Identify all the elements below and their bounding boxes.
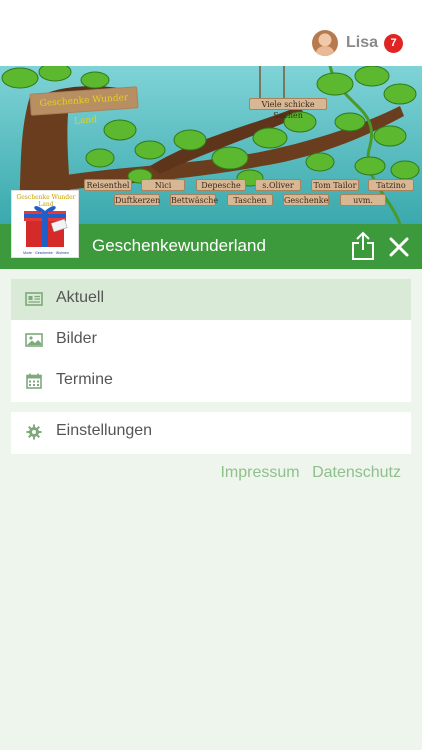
brand-sign: Taschen (227, 194, 273, 206)
logo-tagline: Mode · Geschenke · Wohnen (23, 251, 69, 255)
user-name[interactable]: Lisa (346, 34, 378, 52)
menu-item-bilder[interactable]: Bilder (11, 320, 411, 361)
calendar-icon (26, 373, 42, 389)
menu-item-aktuell[interactable]: Aktuell (11, 279, 411, 320)
news-icon (25, 292, 43, 306)
gear-icon (26, 424, 42, 440)
menu-item-termine[interactable]: Termine (11, 361, 411, 402)
notification-badge[interactable]: 7 (384, 34, 403, 53)
brand-sign: uvm. (340, 194, 386, 206)
menu-item-label: Aktuell (56, 289, 105, 306)
brand-sign: Bettwäsche (170, 194, 219, 206)
menu-item-label: Einstellungen (56, 422, 153, 439)
image-icon (25, 333, 43, 347)
menu-item-label: Termine (56, 371, 113, 388)
datenschutz-link[interactable]: Datenschutz (312, 464, 401, 481)
brand-sign: Tatzino (368, 179, 414, 191)
close-icon (389, 237, 409, 257)
user-avatar[interactable] (312, 30, 338, 56)
shop-title: Geschenkewunderland (92, 236, 266, 255)
banner-hanging-sign: Viele schicke Sachen (249, 98, 327, 120)
brand-sign: s.Oliver (255, 179, 301, 191)
footer-links: Impressum Datenschutz (212, 464, 401, 482)
close-button[interactable] (386, 234, 412, 260)
shop-logo: Geschenke Wunder Land Mode · Geschenke ·… (11, 190, 79, 258)
menu-item-label: Bilder (56, 330, 97, 347)
brand-sign: Depesche (196, 179, 246, 191)
share-icon (352, 231, 374, 260)
navigation-menu: Aktuell Bilder Termine (11, 279, 411, 402)
impressum-link[interactable]: Impressum (220, 464, 299, 481)
brand-sign: Nici (141, 179, 185, 191)
brand-sign: Duftkerzen (114, 194, 161, 206)
brand-sign: Geschenke (283, 194, 329, 206)
gift-box-icon (24, 206, 68, 247)
menu-item-einstellungen[interactable]: Einstellungen (11, 412, 411, 454)
share-button[interactable] (350, 231, 376, 261)
brand-sign: Reisenthel (84, 179, 132, 191)
brand-sign: Tom Tailor (311, 179, 359, 191)
top-bar: Lisa 7 (0, 0, 422, 66)
